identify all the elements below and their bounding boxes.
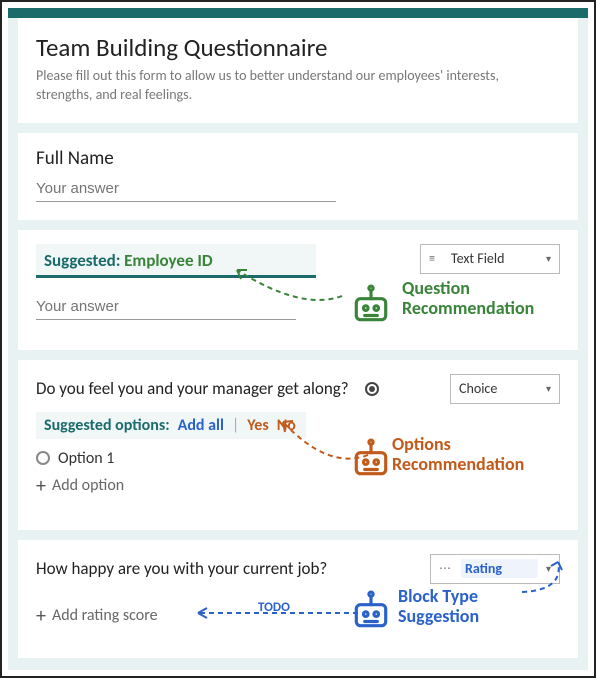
plus-icon: + <box>36 606 46 626</box>
header-card: Team Building Questionnaire Please fill … <box>18 18 578 123</box>
plus-icon: + <box>36 476 46 496</box>
chevron-down-icon: ▾ <box>546 252 551 265</box>
textfield-icon: ≡ <box>429 252 443 266</box>
radio-icon <box>365 382 379 396</box>
todo-label: TODO <box>258 600 290 615</box>
question-card-3: Do you feel you and your manager get alo… <box>18 360 578 530</box>
form-subtitle: Please fill out this form to allow us to… <box>36 67 556 105</box>
robot-icon <box>350 438 392 480</box>
question-card-2: Suggested: Employee ID ≡ Text Field ▾ Qu… <box>18 230 578 350</box>
type-value: Choice <box>459 380 538 397</box>
form-title: Team Building Questionnaire <box>36 32 560 63</box>
option-label: Option 1 <box>58 449 114 468</box>
suggested-title-chip[interactable]: Suggested: Employee ID <box>36 244 316 278</box>
type-value: Rating <box>461 559 538 578</box>
suggested-option-no[interactable]: No <box>277 416 296 435</box>
rating-icon: ⋯ <box>439 561 453 576</box>
add-option-button[interactable]: + Add option <box>36 476 560 496</box>
chevron-down-icon: ▾ <box>546 382 551 395</box>
annotation-label: QuestionRecommendation <box>402 278 572 319</box>
answer-input[interactable] <box>36 176 336 202</box>
type-value: Text Field <box>451 250 538 267</box>
question-text: Do you feel you and your manager get alo… <box>36 378 349 399</box>
question-text: How happy are you with your current job? <box>36 558 327 579</box>
type-select[interactable]: Choice ▾ <box>450 374 560 404</box>
suggested-value: Employee ID <box>124 250 213 271</box>
robot-icon <box>350 590 392 632</box>
annotation-label: Block TypeSuggestion <box>398 586 548 627</box>
suggested-options-chip: Suggested options: Add all | Yes No <box>36 412 306 439</box>
robot-icon <box>350 284 392 326</box>
question-card-4: How happy are you with your current job?… <box>18 540 578 658</box>
suggested-option-yes[interactable]: Yes <box>247 416 268 435</box>
radio-icon[interactable] <box>36 451 50 465</box>
suggested-prefix: Suggested: <box>44 250 120 271</box>
suggested-options-label: Suggested options: <box>44 416 170 435</box>
chevron-down-icon: ▾ <box>546 562 551 575</box>
question-card-1: Full Name <box>18 133 578 220</box>
answer-input[interactable] <box>36 294 296 320</box>
type-select[interactable]: ⋯ Rating ▾ <box>430 554 560 584</box>
question-label: Full Name <box>36 147 560 170</box>
type-select[interactable]: ≡ Text Field ▾ <box>420 244 560 274</box>
annotation-label: OptionsRecommendation <box>392 434 572 475</box>
add-all-button[interactable]: Add all <box>178 416 224 435</box>
